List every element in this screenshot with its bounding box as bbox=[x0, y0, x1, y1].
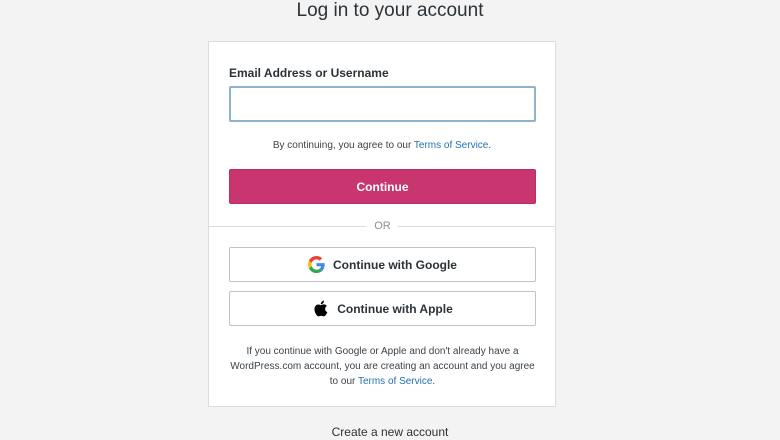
continue-with-google-button[interactable]: Continue with Google bbox=[229, 247, 536, 282]
divider-line-left bbox=[208, 226, 366, 227]
social-terms-of-service-link[interactable]: Terms of Service bbox=[358, 376, 432, 387]
terms-notice: By continuing, you agree to our Terms of… bbox=[209, 140, 555, 151]
email-label: Email Address or Username bbox=[229, 66, 389, 80]
google-button-label: Continue with Google bbox=[333, 257, 457, 272]
divider-line-right bbox=[398, 226, 556, 227]
login-form: Email Address or Username By continuing,… bbox=[209, 42, 555, 226]
apple-icon bbox=[312, 300, 329, 317]
or-label: OR bbox=[374, 220, 391, 232]
terms-notice-text: By continuing, you agree to our bbox=[272, 140, 414, 151]
apple-button-label: Continue with Apple bbox=[337, 301, 453, 316]
terms-of-service-link[interactable]: Terms of Service bbox=[414, 140, 488, 151]
or-divider: OR bbox=[208, 219, 557, 235]
login-card: Email Address or Username By continuing,… bbox=[208, 41, 556, 407]
terms-notice-suffix: . bbox=[488, 140, 492, 151]
continue-button[interactable]: Continue bbox=[229, 169, 536, 204]
continue-with-apple-button[interactable]: Continue with Apple bbox=[229, 291, 536, 326]
google-icon bbox=[308, 256, 325, 273]
email-field[interactable] bbox=[229, 86, 536, 122]
page-title: Log in to your account bbox=[296, 0, 484, 21]
social-disclaimer-suffix: . bbox=[432, 376, 436, 387]
social-disclaimer: If you continue with Google or Apple and… bbox=[229, 344, 536, 389]
create-account-link[interactable]: Create a new account bbox=[0, 425, 780, 439]
